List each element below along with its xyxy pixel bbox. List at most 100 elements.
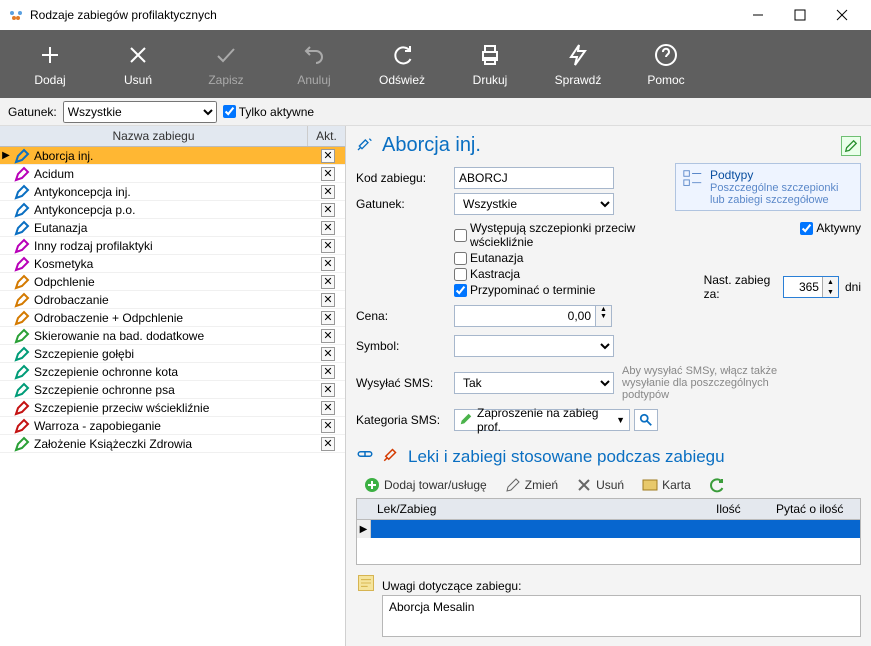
procedure-name: Antykoncepcja p.o.	[32, 203, 311, 217]
save-button[interactable]: Zapisz	[182, 30, 270, 98]
active-cell[interactable]: ✕	[311, 437, 345, 451]
procedure-name: Eutanazja	[32, 221, 311, 235]
edit-button[interactable]	[841, 136, 861, 156]
print-button[interactable]: Drukuj	[446, 30, 534, 98]
main-toolbar: Dodaj Usuń Zapisz Anuluj Odśwież Drukuj …	[0, 30, 871, 98]
table-row[interactable]: Kosmetyka✕	[0, 255, 345, 273]
remind-checkbox[interactable]: Przypominać o terminie	[454, 283, 684, 297]
table-row[interactable]: Skierowanie na bad. dodatkowe✕	[0, 327, 345, 345]
send-sms-select[interactable]: Tak	[454, 372, 614, 394]
procedures-list: Nazwa zabiegu Akt. ▶Aborcja inj.✕Acidum✕…	[0, 126, 346, 646]
table-row[interactable]: Odpchlenie✕	[0, 273, 345, 291]
price-input[interactable]	[454, 305, 596, 327]
table-row[interactable]: Szczepienie gołębi✕	[0, 345, 345, 363]
active-cell[interactable]: ✕	[311, 203, 345, 217]
search-sms-category[interactable]	[634, 409, 658, 431]
active-cell[interactable]: ✕	[311, 257, 345, 271]
pill-icon	[356, 445, 374, 468]
species-label: Gatunek:	[8, 105, 57, 119]
meds-col-item[interactable]: Lek/Zabieg	[371, 499, 710, 519]
plus-green-icon	[364, 477, 380, 493]
chevron-down-icon[interactable]: ▼	[616, 415, 625, 425]
active-cell[interactable]: ✕	[311, 185, 345, 199]
spin-down[interactable]: ▼	[822, 287, 838, 297]
active-cell[interactable]: ✕	[311, 383, 345, 397]
grid-body[interactable]: ▶Aborcja inj.✕Acidum✕Antykoncepcja inj.✕…	[0, 147, 345, 646]
procedure-icon	[12, 238, 32, 254]
euthanasia-checkbox[interactable]: Eutanazja	[454, 251, 684, 265]
active-cell[interactable]: ✕	[311, 365, 345, 379]
card-icon	[642, 477, 658, 493]
table-row[interactable]: Antykoncepcja inj.✕	[0, 183, 345, 201]
table-row[interactable]: Szczepienie ochronne kota✕	[0, 363, 345, 381]
procedure-name: Skierowanie na bad. dodatkowe	[32, 329, 311, 343]
check-button[interactable]: Sprawdź	[534, 30, 622, 98]
maximize-button[interactable]	[779, 1, 821, 29]
close-button[interactable]	[821, 1, 863, 29]
active-checkbox[interactable]: Aktywny	[800, 221, 861, 235]
refresh-button[interactable]: Odśwież	[358, 30, 446, 98]
table-row[interactable]: Eutanazja✕	[0, 219, 345, 237]
species-select[interactable]: Wszystkie	[63, 101, 217, 123]
table-row[interactable]: Acidum✕	[0, 165, 345, 183]
send-sms-label: Wysyłać SMS:	[356, 376, 454, 390]
table-row[interactable]: ▶Aborcja inj.✕	[0, 147, 345, 165]
detail-species-select[interactable]: Wszystkie	[454, 193, 614, 215]
active-cell[interactable]: ✕	[311, 293, 345, 307]
active-cell[interactable]: ✕	[311, 401, 345, 415]
meds-row[interactable]: ▶	[357, 520, 860, 538]
table-row[interactable]: Antykoncepcja p.o.✕	[0, 201, 345, 219]
spin-up[interactable]: ▲	[822, 277, 838, 287]
pencil-icon	[505, 477, 521, 493]
table-row[interactable]: Szczepienie ochronne psa✕	[0, 381, 345, 399]
price-label: Cena:	[356, 309, 454, 323]
active-cell[interactable]: ✕	[311, 275, 345, 289]
column-name[interactable]: Nazwa zabiegu	[0, 126, 307, 146]
procedure-name: Acidum	[32, 167, 311, 181]
active-cell[interactable]: ✕	[311, 311, 345, 325]
column-active[interactable]: Akt.	[307, 126, 345, 146]
active-cell[interactable]: ✕	[311, 347, 345, 361]
active-cell[interactable]: ✕	[311, 329, 345, 343]
table-row[interactable]: Warroza - zapobieganie✕	[0, 417, 345, 435]
table-row[interactable]: Odrobaczenie + Odpchlenie✕	[0, 309, 345, 327]
active-cell[interactable]: ✕	[311, 239, 345, 253]
delete-button[interactable]: Usuń	[94, 30, 182, 98]
row-marker: ▶	[357, 520, 371, 538]
procedure-icon	[12, 274, 32, 290]
subtypes-box[interactable]: Podtypy Poszczególne szczepionki lub zab…	[675, 163, 861, 211]
help-button[interactable]: Pomoc	[622, 30, 710, 98]
procedure-icon	[12, 364, 32, 380]
next-visit-input[interactable]: ▲▼	[783, 276, 839, 298]
active-cell[interactable]: ✕	[311, 149, 345, 163]
detail-species-label: Gatunek:	[356, 197, 454, 211]
add-item-button[interactable]: Dodaj towar/usługę	[364, 477, 487, 493]
only-active-checkbox[interactable]: Tylko aktywne	[223, 105, 314, 119]
add-button[interactable]: Dodaj	[6, 30, 94, 98]
code-input[interactable]	[454, 167, 614, 189]
sms-category-label: Kategoria SMS:	[356, 413, 454, 427]
table-row[interactable]: Założenie Książeczki Zdrowia✕	[0, 435, 345, 453]
table-row[interactable]: Inny rodzaj profilaktyki✕	[0, 237, 345, 255]
meds-col-qty[interactable]: Ilość	[710, 499, 770, 519]
symbol-select[interactable]	[454, 335, 614, 357]
refresh-meds-button[interactable]	[709, 477, 725, 493]
app-icon	[8, 7, 24, 23]
active-cell[interactable]: ✕	[311, 167, 345, 181]
meds-grid[interactable]: Lek/Zabieg Ilość Pytać o ilość ▶	[356, 498, 861, 565]
card-button[interactable]: Karta	[642, 477, 691, 493]
edit-item-button[interactable]: Zmień	[505, 477, 558, 493]
cancel-button[interactable]: Anuluj	[270, 30, 358, 98]
table-row[interactable]: Szczepienie przeciw wściekliźnie✕	[0, 399, 345, 417]
notes-textarea[interactable]: Aborcja Mesalin	[382, 595, 861, 637]
active-cell[interactable]: ✕	[311, 419, 345, 433]
delete-item-button[interactable]: Usuń	[576, 477, 624, 493]
minimize-button[interactable]	[737, 1, 779, 29]
meds-col-ask[interactable]: Pytać o ilość	[770, 499, 860, 519]
rabies-checkbox[interactable]: Występują szczepionki przeciw wściekliźn…	[454, 221, 684, 249]
active-cell[interactable]: ✕	[311, 221, 345, 235]
refresh-icon	[388, 41, 416, 69]
castration-checkbox[interactable]: Kastracja	[454, 267, 684, 281]
subtypes-title: Podtypy	[710, 168, 854, 182]
table-row[interactable]: Odrobaczanie✕	[0, 291, 345, 309]
